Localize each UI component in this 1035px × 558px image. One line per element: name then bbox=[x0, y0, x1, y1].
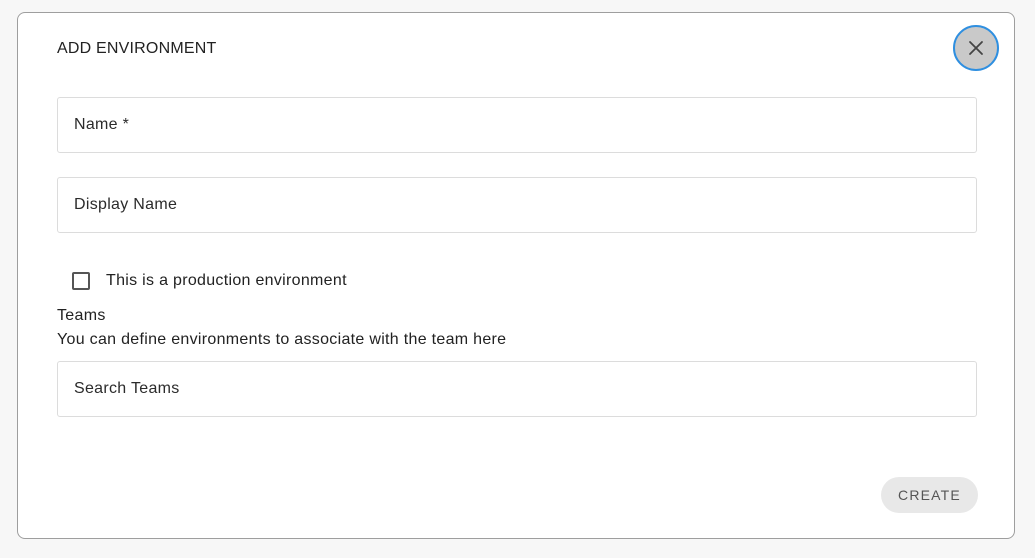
create-button[interactable]: CREATE bbox=[881, 477, 978, 513]
name-field-container bbox=[57, 97, 977, 153]
add-environment-dialog: ADD ENVIRONMENT This is a production env… bbox=[17, 12, 1015, 539]
production-checkbox[interactable] bbox=[72, 272, 90, 290]
teams-heading: Teams bbox=[57, 307, 106, 324]
production-checkbox-row[interactable]: This is a production environment bbox=[72, 270, 347, 292]
close-icon bbox=[968, 40, 984, 56]
production-checkbox-label: This is a production environment bbox=[106, 272, 347, 289]
teams-search-container bbox=[57, 361, 977, 417]
teams-search-input[interactable] bbox=[58, 362, 976, 416]
display-name-field-container bbox=[57, 177, 977, 233]
teams-description: You can define environments to associate… bbox=[57, 331, 507, 348]
display-name-input[interactable] bbox=[58, 178, 976, 232]
close-button[interactable] bbox=[953, 25, 999, 71]
dialog-title: ADD ENVIRONMENT bbox=[57, 40, 217, 57]
name-input[interactable] bbox=[58, 98, 976, 152]
